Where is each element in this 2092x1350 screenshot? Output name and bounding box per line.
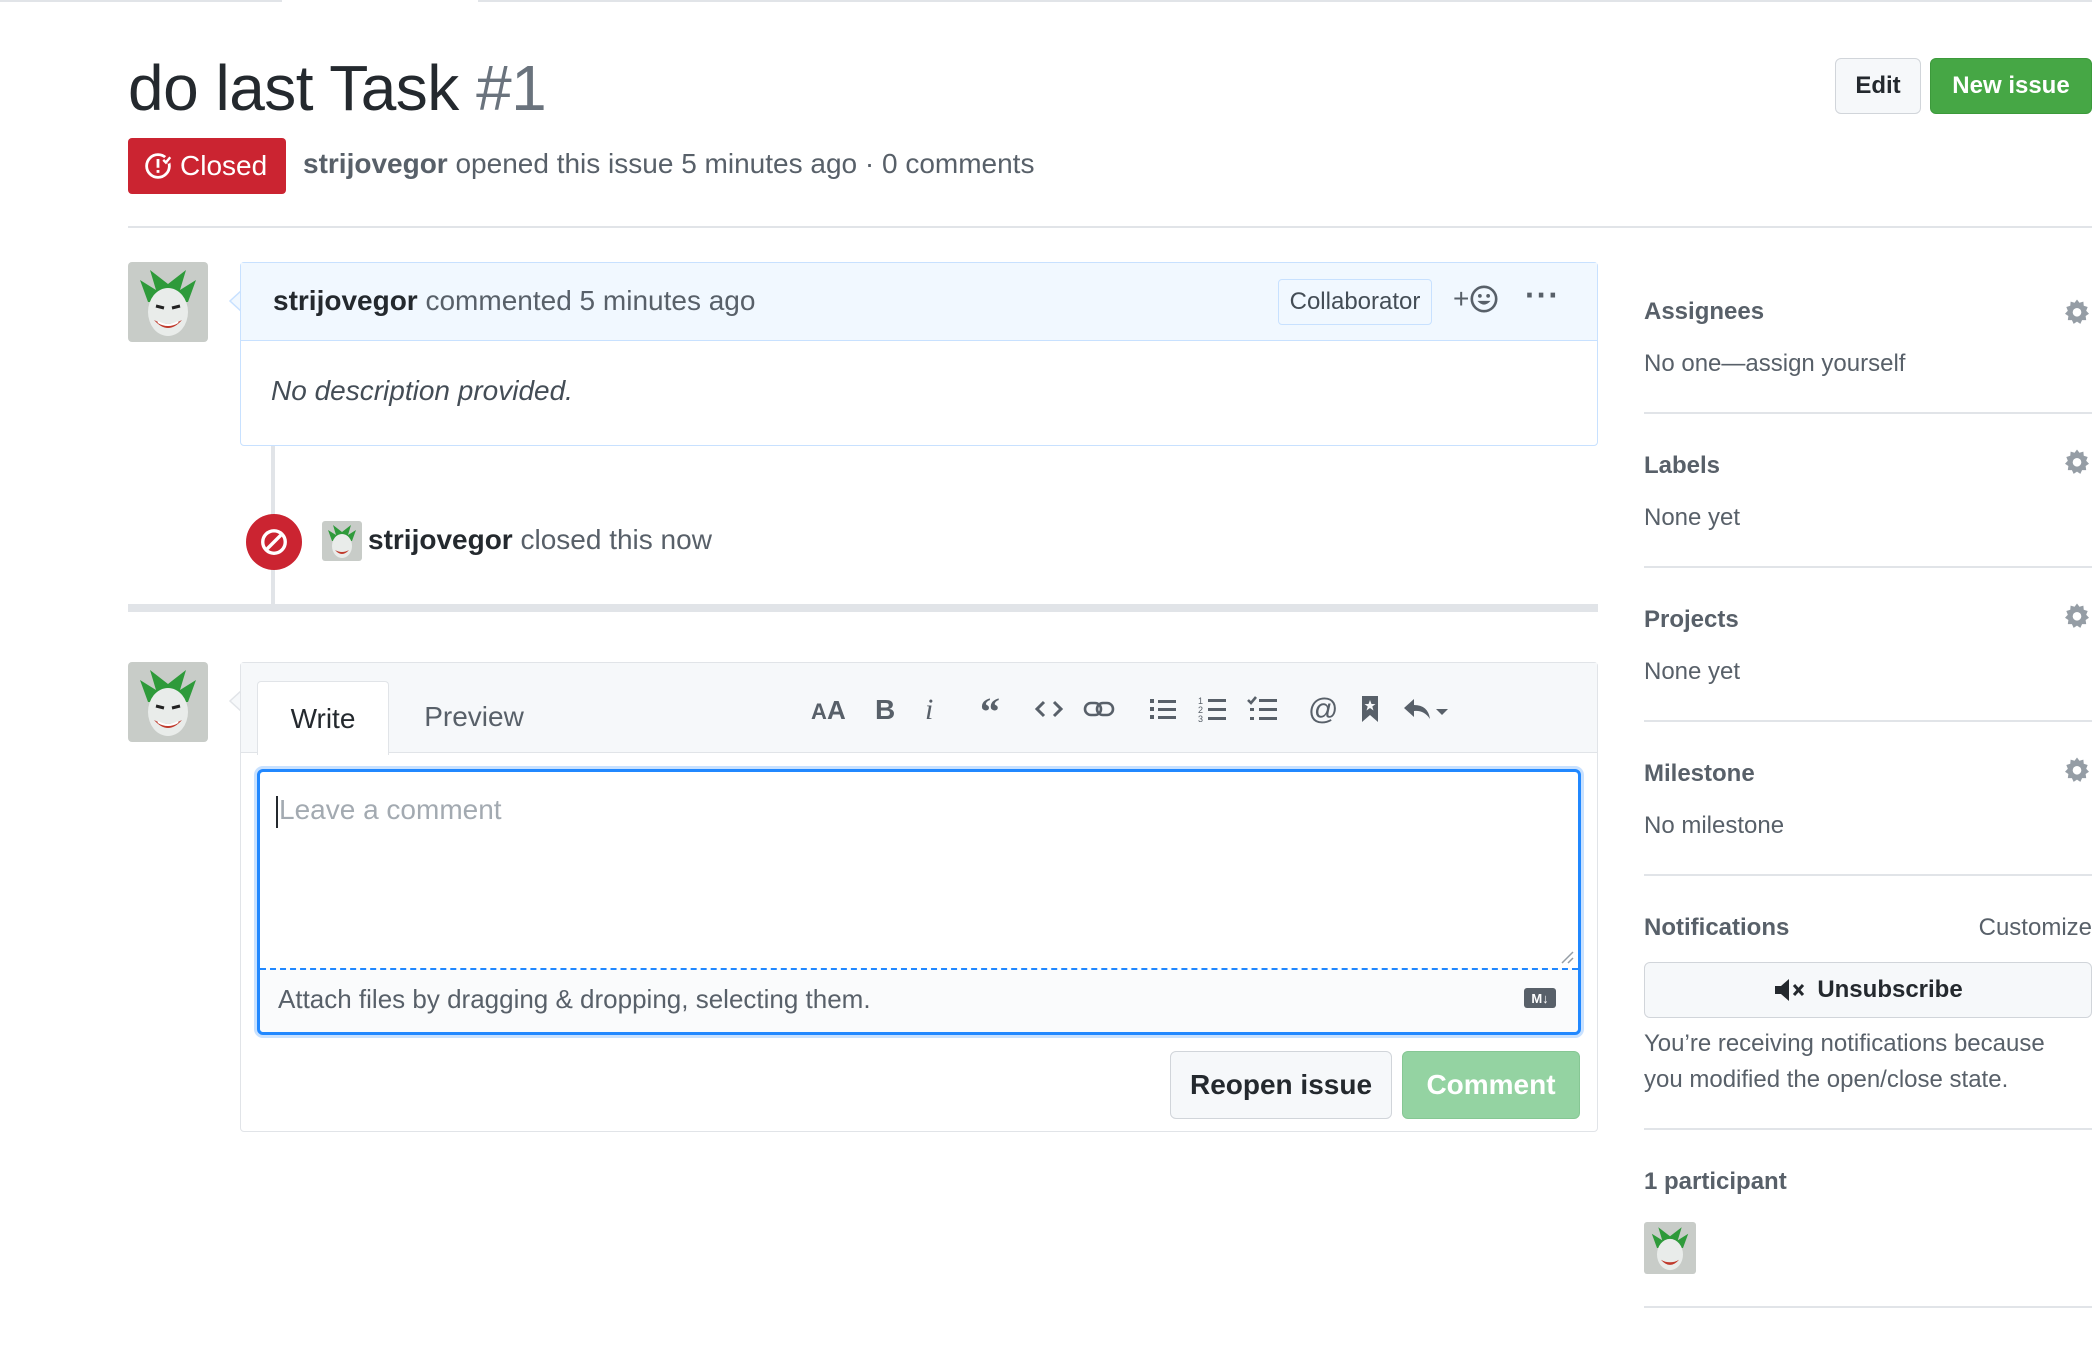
closed-event-badge [246,514,302,570]
issue-meta: strijovegor opened this issue 5 minutes … [303,148,1034,180]
comment-more-button[interactable]: ··· [1525,277,1560,314]
link-icon[interactable] [1079,691,1119,727]
avatar-image [128,262,208,342]
attach-files-text: Attach files by dragging & dropping, sel… [278,984,871,1014]
issue-title-text: do last Task [128,52,459,124]
comment-box: strijovegor commented 5 minutes ago Coll… [240,262,1598,446]
event-description: closed this now [520,524,712,555]
new-comment-form: Write Preview AA B i “ 123 @ Leave a com… [240,662,1598,1132]
tab-preview[interactable]: Preview [399,681,549,753]
mute-icon [1775,979,1805,1001]
issue-state-badge: Closed [128,138,286,194]
avatar-image [1644,1222,1696,1274]
tab-underline-gap [282,0,478,3]
sidebar-divider [1644,1128,2092,1130]
assignees-value[interactable]: No one—assign yourself [1644,350,1905,378]
quote-icon[interactable]: “ [977,691,1013,727]
smiley-icon [1470,285,1498,313]
tab-write[interactable]: Write [257,681,389,755]
reaction-plus: + [1453,283,1470,314]
issue-meta-text: opened this issue 5 minutes ago · 0 comm… [455,148,1035,179]
sidebar-divider [1644,566,2092,568]
comment-timestamp[interactable]: commented 5 minutes ago [425,285,755,316]
comment-button[interactable]: Comment [1402,1051,1580,1119]
sidebar-divider [1644,412,2092,414]
assignees-title[interactable]: Assignees [1644,298,1764,326]
add-reaction-button[interactable]: + [1453,283,1499,315]
sidebar-divider [1644,874,2092,876]
comment-textarea[interactable]: Leave a comment [260,772,1578,968]
new-issue-button[interactable]: New issue [1930,58,2092,114]
comment-body: No description provided. [271,375,573,406]
svg-text:“: “ [980,695,1000,723]
gear-icon[interactable] [2062,448,2092,478]
avatar[interactable] [128,662,208,742]
text-cursor [276,795,278,828]
event-actor-link[interactable]: strijovegor [368,524,513,555]
gear-icon[interactable] [2062,602,2092,632]
svg-text:3: 3 [1198,714,1203,723]
milestone-value: No milestone [1644,812,1785,839]
code-icon[interactable] [1031,691,1067,727]
markdown-icon[interactable]: M↓ [1524,988,1556,1008]
projects-title[interactable]: Projects [1644,606,1739,634]
mention-icon[interactable]: @ [1305,691,1341,727]
svg-text:B: B [875,695,895,723]
milestone-title[interactable]: Milestone [1644,760,1755,788]
sidebar-divider [1644,720,2092,722]
numbered-list-icon[interactable]: 123 [1195,691,1231,727]
composer-header: Write Preview AA B i “ 123 @ [241,663,1597,755]
timeline-end-divider [128,604,1598,612]
unsubscribe-label: Unsubscribe [1817,976,1963,1003]
comment-author-line: strijovegor commented 5 minutes ago [273,285,755,317]
svg-text:@: @ [1308,694,1338,724]
notifications-title: Notifications [1644,914,1790,941]
italic-icon[interactable]: i [917,691,943,727]
gear-icon[interactable] [2062,298,2092,328]
avatar-image [128,662,208,742]
edit-button[interactable]: Edit [1835,58,1921,114]
notification-reason: You’re receiving notifications because y… [1644,1030,2045,1093]
comment-editor: Leave a comment Attach files by dragging… [257,769,1581,1035]
avatar[interactable] [128,262,208,342]
header-icon[interactable]: AA [809,691,849,727]
labels-value: None yet [1644,504,1741,531]
reference-icon[interactable] [1355,691,1385,727]
participant-avatar[interactable] [1644,1222,1696,1274]
svg-text:A: A [811,699,827,723]
svg-text:A: A [827,695,846,723]
bulleted-list-icon[interactable] [1145,691,1181,727]
reopen-issue-button[interactable]: Reopen issue [1170,1051,1392,1119]
resize-handle[interactable] [1558,948,1574,964]
comment-header: strijovegor commented 5 minutes ago Coll… [241,263,1597,341]
gear-icon[interactable] [2062,756,2092,786]
issue-state-label: Closed [180,150,268,181]
header-divider [128,226,2092,228]
issue-title: do last Task #1 [128,50,547,126]
task-list-icon[interactable] [1245,691,1281,727]
issue-author-link[interactable]: strijovegor [303,148,448,179]
circle-slash-icon [261,529,287,555]
event-avatar[interactable] [322,521,362,561]
sidebar-divider [1644,1306,2092,1308]
projects-value: None yet [1644,658,1741,685]
closed-event-text: strijovegor closed this now [368,524,712,556]
bold-icon[interactable]: B [869,691,899,727]
svg-text:i: i [925,695,933,723]
issue-number: #1 [476,52,547,124]
comment-placeholder: Leave a comment [279,794,502,825]
issue-closed-icon [145,153,172,179]
unsubscribe-button[interactable]: Unsubscribe [1644,962,2092,1018]
labels-title[interactable]: Labels [1644,452,1720,480]
comment-author-link[interactable]: strijovegor [273,285,418,316]
collaborator-badge: Collaborator [1278,279,1432,325]
customize-link[interactable]: Customize [1979,914,2092,942]
reply-icon[interactable] [1401,691,1451,727]
avatar-image [322,521,362,561]
participants-title: 1 participant [1644,1168,1787,1195]
file-attach-zone[interactable]: Attach files by dragging & dropping, sel… [260,968,1578,1032]
